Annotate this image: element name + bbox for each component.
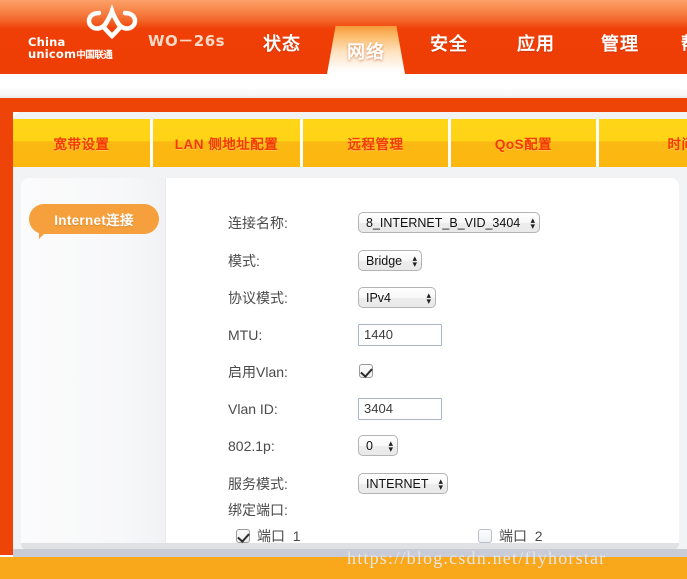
content-panel: 宽带设置 LAN 侧地址配置 远程管理 QoS配置 时间管理 Inte bbox=[13, 112, 687, 557]
nav-item-network-label: 网络 bbox=[347, 42, 385, 62]
nav-item-security[interactable]: 安全 bbox=[430, 30, 468, 56]
label-mtu: MTU: bbox=[228, 326, 263, 343]
subtab-lan-address-label: LAN 侧地址配置 bbox=[174, 137, 279, 152]
subtab-remote-管理[interactable]: 远程管理 bbox=[303, 119, 451, 167]
form-row-mode: 模式: Bridge ▴ ▾ bbox=[166, 242, 679, 279]
form-row-vlan-id: Vlan ID: bbox=[166, 390, 679, 427]
main-nav: 状态 网络 安全 应用 管理 帮 bbox=[0, 0, 687, 74]
mode-select[interactable]: Bridge bbox=[358, 250, 422, 271]
subtab-broadband-label: 宽带设置 bbox=[53, 137, 110, 152]
form-row-enable-vlan: 启用Vlan: bbox=[166, 353, 679, 390]
port-2-checkbox[interactable] bbox=[478, 529, 492, 543]
label-8021p: 802.1p: bbox=[228, 437, 275, 454]
port-2-item[interactable]: 端口_2 bbox=[478, 526, 543, 543]
enable-vlan-checkbox[interactable] bbox=[359, 364, 373, 379]
subtab-qos-label: QoS配置 bbox=[494, 137, 553, 152]
field-vlan-id[interactable] bbox=[358, 397, 442, 420]
frame-left-border bbox=[0, 98, 13, 555]
field-protocol-mode[interactable]: IPv4 ▴ ▾ bbox=[358, 287, 436, 308]
connection-name-select[interactable]: 8_INTERNET_B_VID_3404 bbox=[358, 212, 540, 233]
nav-item-help[interactable]: 帮 bbox=[681, 30, 687, 56]
form-row-mtu: MTU: bbox=[166, 316, 679, 353]
connection-form: 连接名称: 8_INTERNET_B_VID_3404 ▴ ▾ 模式: Brid… bbox=[166, 178, 679, 543]
label-mode: 模式: bbox=[228, 252, 260, 269]
form-row-bind-port: 绑定端口: bbox=[166, 491, 679, 528]
subtab-lan-address[interactable]: LAN 侧地址配置 bbox=[153, 119, 303, 167]
sidebar-item-label: Internet连接 bbox=[54, 213, 134, 228]
nav-item-network[interactable]: 网络 bbox=[327, 26, 405, 74]
field-mode[interactable]: Bridge ▴ ▾ bbox=[358, 250, 422, 271]
label-protocol-mode: 协议模式: bbox=[228, 289, 288, 306]
field-enable-vlan[interactable] bbox=[359, 363, 373, 381]
card-sidebar: Internet连接 bbox=[21, 178, 166, 543]
subtab-broadband[interactable]: 宽带设置 bbox=[13, 119, 153, 167]
frame-top-border bbox=[0, 98, 687, 112]
label-bind-port: 绑定端口: bbox=[228, 501, 288, 518]
top-header: China unicom中国联通 WO－26s 状态 网络 安全 应用 管理 帮 bbox=[0, 0, 687, 74]
field-8021p[interactable]: 0 ▴ ▾ bbox=[358, 435, 398, 456]
nav-item-manage[interactable]: 管理 bbox=[601, 30, 639, 56]
subtab-qos[interactable]: QoS配置 bbox=[451, 119, 599, 167]
label-enable-vlan: 启用Vlan: bbox=[228, 363, 288, 380]
settings-card: Internet连接 连接名称: 8_INTERNET_B_VID_3404 ▴… bbox=[21, 178, 679, 543]
subtab-time-mgmt-label: 时间管理 bbox=[667, 137, 687, 152]
vlan-id-input[interactable] bbox=[358, 397, 442, 420]
priority-8021p-select[interactable]: 0 bbox=[358, 435, 398, 456]
protocol-mode-select[interactable]: IPv4 bbox=[358, 287, 436, 308]
form-row-protocol-mode: 协议模式: IPv4 ▴ ▾ bbox=[166, 279, 679, 316]
form-row-connection-name: 连接名称: 8_INTERNET_B_VID_3404 ▴ ▾ bbox=[166, 204, 679, 241]
sidebar-item-internet-connection[interactable]: Internet连接 bbox=[29, 204, 159, 239]
field-connection-name[interactable]: 8_INTERNET_B_VID_3404 ▴ ▾ bbox=[358, 212, 540, 233]
port-1-item[interactable]: 端口_1 bbox=[236, 526, 301, 543]
port-1-label: 端口_1 bbox=[257, 528, 301, 543]
subtab-remote-mgmt-label: 远程管理 bbox=[347, 137, 404, 152]
nav-item-status[interactable]: 状态 bbox=[263, 30, 301, 56]
form-row-8021p: 802.1p: 0 ▴ ▾ bbox=[166, 427, 679, 464]
port-2-label: 端口_2 bbox=[499, 528, 543, 543]
subtab-time-mgmt[interactable]: 时间管理 bbox=[599, 119, 687, 167]
sub-tab-bar: 宽带设置 LAN 侧地址配置 远程管理 QoS配置 时间管理 bbox=[13, 119, 687, 167]
port-1-checkbox[interactable] bbox=[236, 529, 250, 543]
nav-item-apps[interactable]: 应用 bbox=[517, 30, 555, 56]
header-content-gap bbox=[0, 74, 687, 98]
label-connection-name: 连接名称: bbox=[228, 214, 288, 231]
field-mtu[interactable] bbox=[358, 323, 442, 346]
label-vlan-id: Vlan ID: bbox=[228, 400, 278, 417]
router-config-page: China unicom中国联通 WO－26s 状态 网络 安全 应用 管理 帮… bbox=[0, 0, 687, 579]
mtu-input[interactable] bbox=[358, 323, 442, 346]
panel-bottom-strip bbox=[13, 549, 687, 557]
subtab-underline-area bbox=[13, 167, 687, 178]
frame-bottom-border bbox=[0, 557, 687, 579]
